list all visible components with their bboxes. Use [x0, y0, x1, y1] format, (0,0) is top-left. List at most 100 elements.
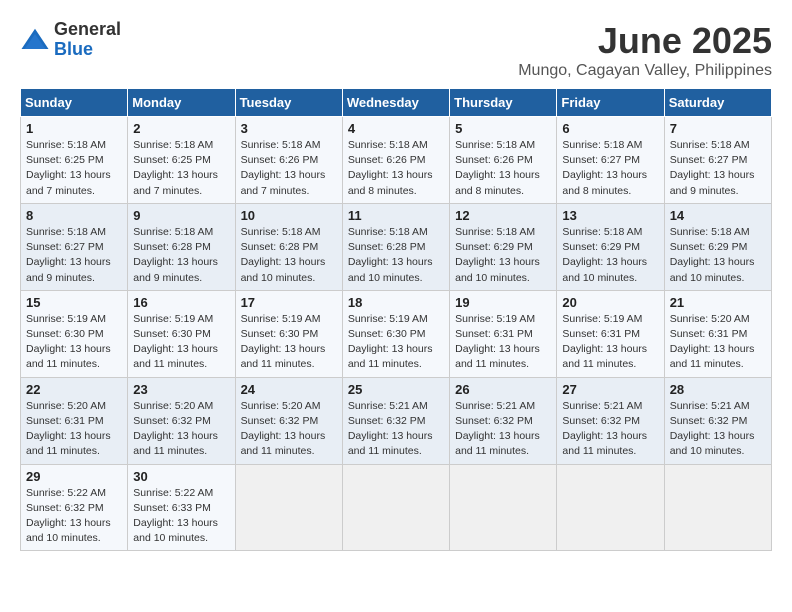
day-info: Sunrise: 5:18 AMSunset: 6:27 PMDaylight:… — [670, 139, 755, 197]
day-info: Sunrise: 5:18 AMSunset: 6:25 PMDaylight:… — [133, 139, 218, 197]
col-saturday: Saturday — [664, 89, 771, 117]
col-monday: Monday — [128, 89, 235, 117]
calendar-day-cell — [450, 464, 557, 551]
day-info: Sunrise: 5:19 AMSunset: 6:30 PMDaylight:… — [348, 313, 433, 371]
calendar-week-row: 1 Sunrise: 5:18 AMSunset: 6:25 PMDayligh… — [21, 117, 772, 204]
calendar-day-cell: 12 Sunrise: 5:18 AMSunset: 6:29 PMDaylig… — [450, 203, 557, 290]
calendar-day-cell — [342, 464, 449, 551]
calendar-week-row: 22 Sunrise: 5:20 AMSunset: 6:31 PMDaylig… — [21, 377, 772, 464]
day-info: Sunrise: 5:20 AMSunset: 6:32 PMDaylight:… — [133, 400, 218, 458]
calendar-day-cell: 21 Sunrise: 5:20 AMSunset: 6:31 PMDaylig… — [664, 290, 771, 377]
day-number: 10 — [241, 208, 337, 223]
day-number: 11 — [348, 208, 444, 223]
calendar-title: June 2025 — [518, 20, 772, 62]
day-info: Sunrise: 5:22 AMSunset: 6:33 PMDaylight:… — [133, 487, 218, 545]
day-number: 9 — [133, 208, 229, 223]
calendar-day-cell: 20 Sunrise: 5:19 AMSunset: 6:31 PMDaylig… — [557, 290, 664, 377]
col-tuesday: Tuesday — [235, 89, 342, 117]
day-info: Sunrise: 5:19 AMSunset: 6:31 PMDaylight:… — [562, 313, 647, 371]
calendar-day-cell: 24 Sunrise: 5:20 AMSunset: 6:32 PMDaylig… — [235, 377, 342, 464]
calendar-day-cell: 11 Sunrise: 5:18 AMSunset: 6:28 PMDaylig… — [342, 203, 449, 290]
day-info: Sunrise: 5:19 AMSunset: 6:30 PMDaylight:… — [26, 313, 111, 371]
calendar-week-row: 29 Sunrise: 5:22 AMSunset: 6:32 PMDaylig… — [21, 464, 772, 551]
calendar-day-cell: 3 Sunrise: 5:18 AMSunset: 6:26 PMDayligh… — [235, 117, 342, 204]
day-info: Sunrise: 5:19 AMSunset: 6:30 PMDaylight:… — [241, 313, 326, 371]
day-number: 5 — [455, 121, 551, 136]
calendar-table: Sunday Monday Tuesday Wednesday Thursday… — [20, 88, 772, 551]
calendar-day-cell: 13 Sunrise: 5:18 AMSunset: 6:29 PMDaylig… — [557, 203, 664, 290]
calendar-day-cell: 27 Sunrise: 5:21 AMSunset: 6:32 PMDaylig… — [557, 377, 664, 464]
day-info: Sunrise: 5:21 AMSunset: 6:32 PMDaylight:… — [455, 400, 540, 458]
day-info: Sunrise: 5:18 AMSunset: 6:29 PMDaylight:… — [455, 226, 540, 284]
logo-text: General Blue — [54, 20, 121, 60]
calendar-day-cell: 4 Sunrise: 5:18 AMSunset: 6:26 PMDayligh… — [342, 117, 449, 204]
calendar-day-cell: 6 Sunrise: 5:18 AMSunset: 6:27 PMDayligh… — [557, 117, 664, 204]
calendar-day-cell: 1 Sunrise: 5:18 AMSunset: 6:25 PMDayligh… — [21, 117, 128, 204]
calendar-day-cell: 22 Sunrise: 5:20 AMSunset: 6:31 PMDaylig… — [21, 377, 128, 464]
day-info: Sunrise: 5:18 AMSunset: 6:29 PMDaylight:… — [562, 226, 647, 284]
day-info: Sunrise: 5:21 AMSunset: 6:32 PMDaylight:… — [670, 400, 755, 458]
calendar-day-cell: 15 Sunrise: 5:19 AMSunset: 6:30 PMDaylig… — [21, 290, 128, 377]
day-info: Sunrise: 5:20 AMSunset: 6:32 PMDaylight:… — [241, 400, 326, 458]
col-sunday: Sunday — [21, 89, 128, 117]
day-number: 8 — [26, 208, 122, 223]
calendar-day-cell: 8 Sunrise: 5:18 AMSunset: 6:27 PMDayligh… — [21, 203, 128, 290]
day-number: 13 — [562, 208, 658, 223]
page-container: General Blue June 2025 Mungo, Cagayan Va… — [20, 20, 772, 551]
day-number: 30 — [133, 469, 229, 484]
day-info: Sunrise: 5:18 AMSunset: 6:25 PMDaylight:… — [26, 139, 111, 197]
day-number: 6 — [562, 121, 658, 136]
calendar-day-cell: 5 Sunrise: 5:18 AMSunset: 6:26 PMDayligh… — [450, 117, 557, 204]
day-info: Sunrise: 5:22 AMSunset: 6:32 PMDaylight:… — [26, 487, 111, 545]
calendar-day-cell: 18 Sunrise: 5:19 AMSunset: 6:30 PMDaylig… — [342, 290, 449, 377]
day-number: 7 — [670, 121, 766, 136]
calendar-day-cell: 25 Sunrise: 5:21 AMSunset: 6:32 PMDaylig… — [342, 377, 449, 464]
calendar-day-cell: 10 Sunrise: 5:18 AMSunset: 6:28 PMDaylig… — [235, 203, 342, 290]
calendar-day-cell: 26 Sunrise: 5:21 AMSunset: 6:32 PMDaylig… — [450, 377, 557, 464]
day-number: 29 — [26, 469, 122, 484]
day-number: 28 — [670, 382, 766, 397]
calendar-day-cell — [664, 464, 771, 551]
col-friday: Friday — [557, 89, 664, 117]
day-info: Sunrise: 5:18 AMSunset: 6:28 PMDaylight:… — [348, 226, 433, 284]
day-number: 23 — [133, 382, 229, 397]
header-row: Sunday Monday Tuesday Wednesday Thursday… — [21, 89, 772, 117]
title-area: June 2025 Mungo, Cagayan Valley, Philipp… — [518, 20, 772, 80]
calendar-day-cell: 28 Sunrise: 5:21 AMSunset: 6:32 PMDaylig… — [664, 377, 771, 464]
day-number: 27 — [562, 382, 658, 397]
day-info: Sunrise: 5:18 AMSunset: 6:28 PMDaylight:… — [241, 226, 326, 284]
calendar-day-cell: 16 Sunrise: 5:19 AMSunset: 6:30 PMDaylig… — [128, 290, 235, 377]
calendar-day-cell: 23 Sunrise: 5:20 AMSunset: 6:32 PMDaylig… — [128, 377, 235, 464]
day-info: Sunrise: 5:18 AMSunset: 6:27 PMDaylight:… — [26, 226, 111, 284]
day-number: 14 — [670, 208, 766, 223]
day-info: Sunrise: 5:21 AMSunset: 6:32 PMDaylight:… — [562, 400, 647, 458]
day-number: 1 — [26, 121, 122, 136]
col-wednesday: Wednesday — [342, 89, 449, 117]
calendar-week-row: 15 Sunrise: 5:19 AMSunset: 6:30 PMDaylig… — [21, 290, 772, 377]
day-number: 17 — [241, 295, 337, 310]
day-number: 25 — [348, 382, 444, 397]
day-number: 12 — [455, 208, 551, 223]
day-info: Sunrise: 5:20 AMSunset: 6:31 PMDaylight:… — [26, 400, 111, 458]
calendar-subtitle: Mungo, Cagayan Valley, Philippines — [518, 62, 772, 80]
calendar-day-cell: 7 Sunrise: 5:18 AMSunset: 6:27 PMDayligh… — [664, 117, 771, 204]
day-info: Sunrise: 5:20 AMSunset: 6:31 PMDaylight:… — [670, 313, 755, 371]
day-number: 22 — [26, 382, 122, 397]
day-info: Sunrise: 5:21 AMSunset: 6:32 PMDaylight:… — [348, 400, 433, 458]
day-number: 3 — [241, 121, 337, 136]
day-number: 24 — [241, 382, 337, 397]
day-info: Sunrise: 5:18 AMSunset: 6:29 PMDaylight:… — [670, 226, 755, 284]
day-number: 21 — [670, 295, 766, 310]
day-number: 4 — [348, 121, 444, 136]
day-number: 26 — [455, 382, 551, 397]
day-number: 16 — [133, 295, 229, 310]
col-thursday: Thursday — [450, 89, 557, 117]
day-number: 2 — [133, 121, 229, 136]
calendar-day-cell: 30 Sunrise: 5:22 AMSunset: 6:33 PMDaylig… — [128, 464, 235, 551]
day-info: Sunrise: 5:18 AMSunset: 6:27 PMDaylight:… — [562, 139, 647, 197]
day-number: 19 — [455, 295, 551, 310]
day-info: Sunrise: 5:18 AMSunset: 6:26 PMDaylight:… — [348, 139, 433, 197]
logo-blue-text: Blue — [54, 40, 121, 60]
logo-icon — [20, 25, 50, 55]
header: General Blue June 2025 Mungo, Cagayan Va… — [20, 20, 772, 80]
